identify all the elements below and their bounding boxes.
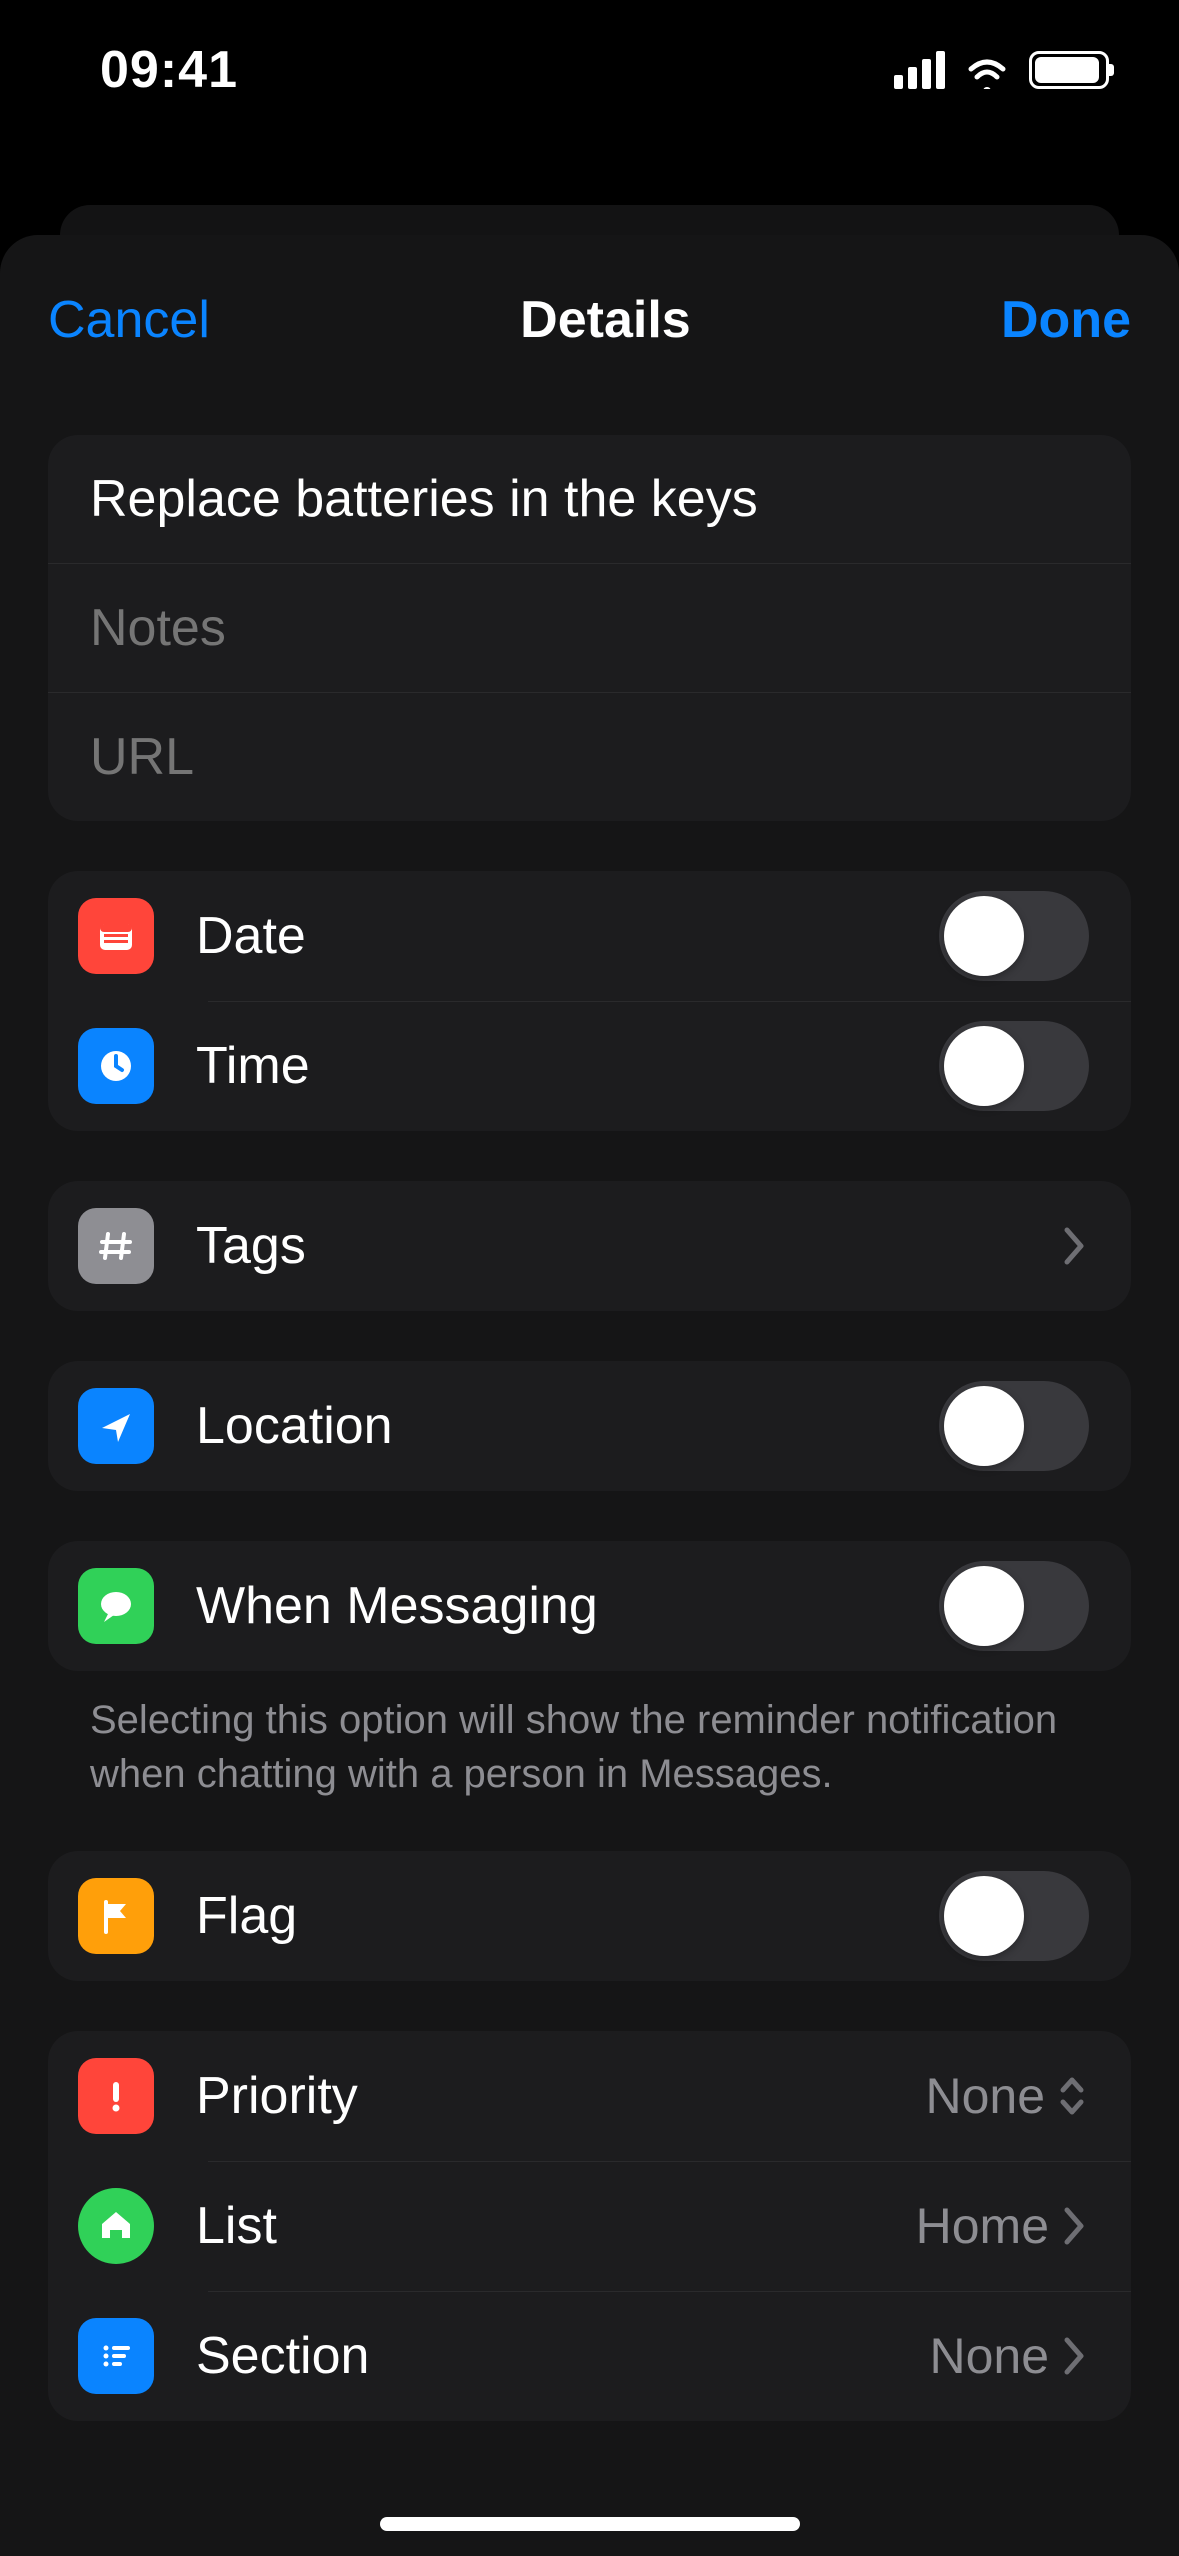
list-lines-icon — [78, 2318, 154, 2394]
priority-label: Priority — [196, 2066, 925, 2126]
flag-group: Flag — [48, 1851, 1131, 1981]
exclamation-icon — [78, 2058, 154, 2134]
section-row[interactable]: Section None — [48, 2291, 1131, 2421]
time-label: Time — [196, 1036, 939, 1096]
tags-group: Tags — [48, 1181, 1131, 1311]
location-label: Location — [196, 1396, 939, 1456]
chevron-right-icon — [1059, 2202, 1089, 2250]
date-label: Date — [196, 906, 939, 966]
reminder-title-input[interactable] — [90, 469, 1089, 529]
home-indicator[interactable] — [380, 2517, 800, 2531]
sheet-title: Details — [520, 290, 691, 350]
hash-icon — [78, 1208, 154, 1284]
clock-icon — [78, 1028, 154, 1104]
cellular-signal-icon — [894, 51, 945, 89]
text-fields-group — [48, 435, 1131, 821]
battery-icon — [1029, 51, 1109, 89]
messaging-toggle[interactable] — [939, 1561, 1089, 1651]
url-row[interactable] — [48, 693, 1131, 821]
list-value: Home — [916, 2197, 1049, 2255]
cancel-button[interactable]: Cancel — [48, 290, 210, 350]
tags-row[interactable]: Tags — [48, 1181, 1131, 1311]
flag-label: Flag — [196, 1886, 939, 1946]
messaging-row: When Messaging — [48, 1541, 1131, 1671]
chevron-right-icon — [1059, 1222, 1089, 1270]
messaging-footer: Selecting this option will show the remi… — [0, 1671, 1179, 1801]
date-time-group: Date Time — [48, 871, 1131, 1131]
title-row[interactable] — [48, 435, 1131, 564]
location-toggle[interactable] — [939, 1381, 1089, 1471]
underlying-sheet — [60, 205, 1119, 235]
time-toggle[interactable] — [939, 1021, 1089, 1111]
messaging-label: When Messaging — [196, 1576, 939, 1636]
list-row[interactable]: List Home — [48, 2161, 1131, 2291]
priority-list-section-group: Priority None List Home — [48, 2031, 1131, 2421]
list-label: List — [196, 2196, 916, 2256]
url-input[interactable] — [90, 727, 1089, 787]
location-row: Location — [48, 1361, 1131, 1491]
section-label: Section — [196, 2326, 929, 2386]
sheet-nav-bar: Cancel Details Done — [0, 275, 1179, 365]
location-arrow-icon — [78, 1388, 154, 1464]
done-button[interactable]: Done — [1001, 290, 1131, 350]
status-bar: 09:41 — [0, 0, 1179, 140]
messaging-group: When Messaging — [48, 1541, 1131, 1671]
chevron-right-icon — [1059, 2332, 1089, 2380]
date-toggle[interactable] — [939, 891, 1089, 981]
flag-row: Flag — [48, 1851, 1131, 1981]
priority-value: None — [925, 2067, 1045, 2125]
notes-row[interactable] — [48, 564, 1131, 693]
tags-label: Tags — [196, 1216, 1059, 1276]
section-value: None — [929, 2327, 1049, 2385]
message-bubble-icon — [78, 1568, 154, 1644]
flag-icon — [78, 1878, 154, 1954]
flag-toggle[interactable] — [939, 1871, 1089, 1961]
priority-row[interactable]: Priority None — [48, 2031, 1131, 2161]
status-time: 09:41 — [100, 40, 238, 100]
wifi-icon — [963, 51, 1011, 89]
up-down-chevron-icon — [1055, 2072, 1089, 2120]
date-row: Date — [48, 871, 1131, 1001]
location-group: Location — [48, 1361, 1131, 1491]
details-sheet: Cancel Details Done — [0, 235, 1179, 2556]
calendar-icon — [78, 898, 154, 974]
notes-input[interactable] — [90, 598, 1089, 658]
time-row: Time — [48, 1001, 1131, 1131]
house-icon — [78, 2188, 154, 2264]
status-icons — [894, 51, 1109, 89]
